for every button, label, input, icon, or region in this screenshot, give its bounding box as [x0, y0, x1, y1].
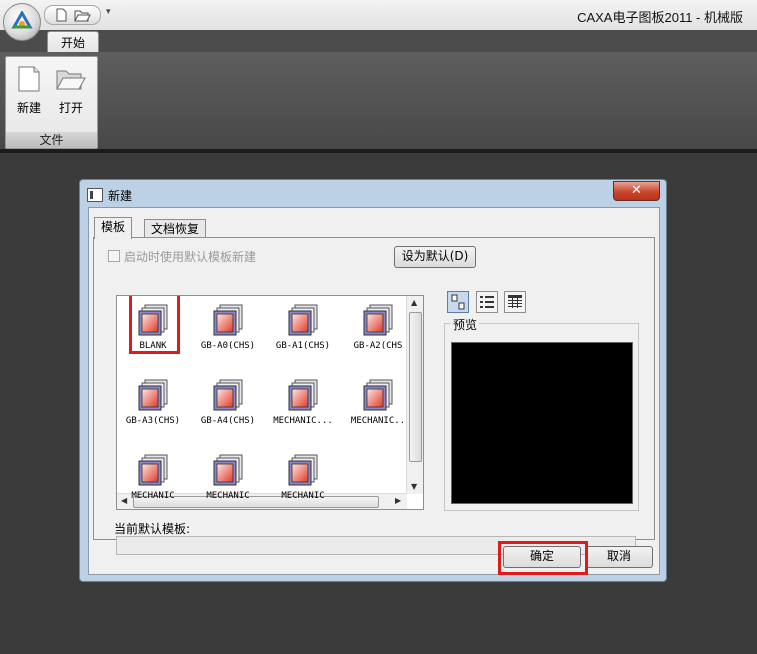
- template-file-icon: [213, 379, 243, 411]
- startup-default-checkbox[interactable]: 启动时使用默认模板新建: [108, 248, 256, 265]
- scroll-down-icon[interactable]: ▼: [411, 482, 417, 491]
- details-view-icon: [508, 295, 522, 308]
- template-file-icon: [213, 304, 243, 336]
- file-group-label: 文件: [6, 132, 97, 148]
- tab-start[interactable]: 开始: [47, 31, 99, 54]
- template-item[interactable]: GB-A4(CHS): [192, 375, 264, 445]
- list-view-icon: [480, 296, 494, 308]
- application-menu-button[interactable]: [3, 3, 41, 41]
- preview-label: 预览: [451, 316, 480, 333]
- template-item[interactable]: MECHANIC: [117, 450, 189, 509]
- template-item[interactable]: GB-A0(CHS): [192, 300, 264, 370]
- template-item[interactable]: MECHANIC: [192, 450, 264, 509]
- template-item[interactable]: MECHANIC..: [342, 375, 414, 445]
- open-button[interactable]: 打开: [52, 61, 90, 119]
- template-item-label: GB-A3(CHS): [125, 416, 181, 426]
- new-document-icon: [18, 66, 40, 92]
- template-item-label: MECHANIC..: [350, 416, 406, 426]
- template-file-icon: [363, 304, 393, 336]
- quick-access-dropdown-icon[interactable]: ▾: [106, 7, 111, 17]
- file-group: 新建 打开 文件: [5, 56, 98, 149]
- dialog-window-icon: [87, 188, 103, 202]
- templates-panel: 启动时使用默认模板新建 设为默认(D) ▲ ▼ ◀ ▶ BLANK GB-A0(C…: [93, 237, 655, 555]
- template-file-icon: [288, 454, 318, 486]
- open-folder-icon: [56, 70, 86, 90]
- template-file-icon: [288, 304, 318, 336]
- selected-template-highlight: [129, 296, 180, 354]
- template-item[interactable]: MECHANIC...: [267, 375, 339, 445]
- template-item[interactable]: GB-A3(CHS): [117, 375, 189, 445]
- template-item-label: GB-A0(CHS): [200, 341, 256, 351]
- checkbox-box[interactable]: [108, 250, 120, 262]
- title-bar: ▾ CAXA电子图板2011 - 机械版: [0, 0, 757, 30]
- close-button[interactable]: ✕: [613, 181, 660, 201]
- ribbon-panel: 新建 打开 文件: [0, 52, 757, 149]
- dialog-client-area: 模板 文档恢复 启动时使用默认模板新建 设为默认(D) ▲ ▼ ◀ ▶ BLAN…: [88, 207, 660, 575]
- new-button-label: 新建: [16, 101, 41, 115]
- tab-templates[interactable]: 模板: [94, 217, 133, 239]
- template-item-label: MECHANIC: [131, 491, 175, 501]
- template-item-label: MECHANIC: [281, 491, 325, 501]
- preview-group: 预览: [444, 316, 639, 511]
- ok-highlight-box: [498, 541, 588, 575]
- template-item[interactable]: GB-A2(CHS: [342, 300, 414, 370]
- large-icons-view-icon: [451, 294, 465, 310]
- window-title: CAXA电子图板2011 - 机械版: [577, 10, 743, 25]
- template-item-label: GB-A1(CHS): [275, 341, 331, 351]
- template-list[interactable]: ▲ ▼ ◀ ▶ BLANK GB-A0(CHS) GB-A1(CHS) GB-A2(C…: [116, 295, 424, 510]
- open-folder-icon[interactable]: [72, 7, 92, 23]
- template-file-icon: [213, 454, 243, 486]
- template-item-label: MECHANIC: [206, 491, 250, 501]
- template-item-label: GB-A2(CHS: [353, 341, 403, 351]
- quick-access-toolbar: [44, 5, 101, 25]
- details-view-button[interactable]: [504, 291, 526, 313]
- template-file-icon: [138, 379, 168, 411]
- new-document-icon[interactable]: [51, 7, 71, 23]
- scroll-right-icon[interactable]: ▶: [395, 496, 401, 505]
- template-item-label: GB-A4(CHS): [200, 416, 256, 426]
- current-default-label: 当前默认模板:: [114, 522, 191, 536]
- new-button[interactable]: 新建: [10, 61, 48, 119]
- large-icons-view-button[interactable]: [447, 291, 469, 313]
- dialog-title: 新建: [108, 189, 133, 203]
- template-item[interactable]: GB-A1(CHS): [267, 300, 339, 370]
- tab-document-recovery[interactable]: 文档恢复: [144, 219, 207, 239]
- template-file-icon: [138, 454, 168, 486]
- new-dialog: 新建 ✕ 模板 文档恢复 启动时使用默认模板新建 设为默认(D) ▲ ▼ ◀ ▶: [79, 179, 667, 582]
- template-file-icon: [288, 379, 318, 411]
- startup-default-label: 启动时使用默认模板新建: [124, 250, 257, 264]
- ribbon-tab-bar: 开始: [0, 30, 757, 54]
- list-view-button[interactable]: [476, 291, 498, 313]
- cancel-button[interactable]: 取消: [585, 546, 653, 568]
- caxa-logo-icon: [11, 11, 33, 29]
- open-button-label: 打开: [58, 101, 83, 115]
- template-file-icon: [363, 379, 393, 411]
- template-item-label: MECHANIC...: [273, 416, 333, 426]
- preview-canvas: [451, 342, 633, 504]
- set-default-button[interactable]: 设为默认(D): [394, 246, 476, 268]
- template-item[interactable]: MECHANIC: [267, 450, 339, 509]
